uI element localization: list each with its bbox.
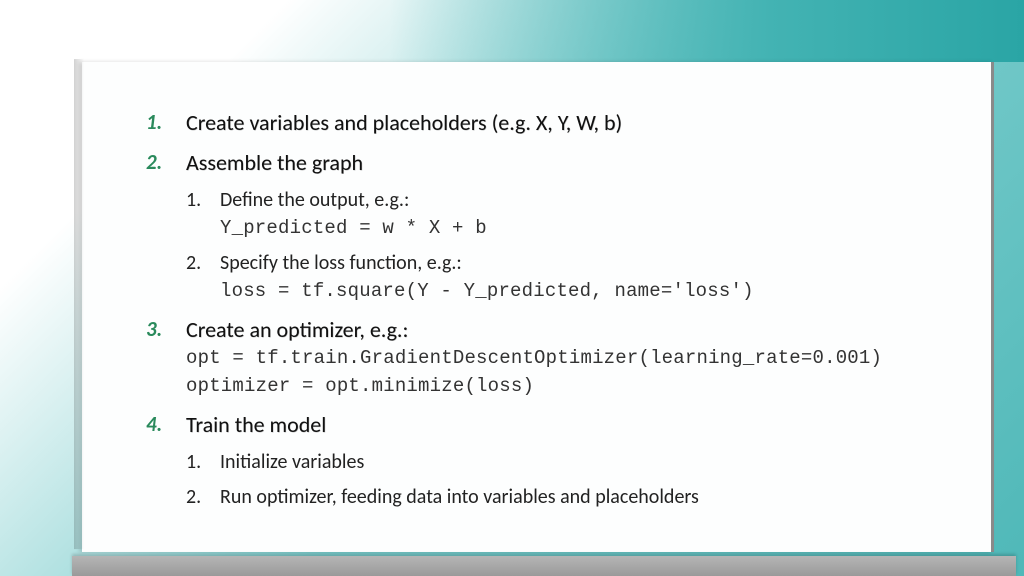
- main-list: Create variables and placeholders (e.g. …: [142, 108, 951, 511]
- sub-list-item: Define the output, e.g.: Y_predicted = w…: [186, 187, 951, 242]
- slide-content: Create variables and placeholders (e.g. …: [82, 62, 991, 541]
- slide-background: Create variables and placeholders (e.g. …: [0, 0, 1024, 576]
- item-title: Create variables and placeholders (e.g. …: [186, 109, 622, 136]
- code-line: loss = tf.square(Y - Y_predicted, name='…: [220, 279, 951, 305]
- sub-list: Define the output, e.g.: Y_predicted = w…: [186, 187, 951, 304]
- sub-list: Initialize variables Run optimizer, feed…: [186, 449, 951, 511]
- item-title: Create an optimizer, e.g.:: [186, 316, 408, 343]
- item-title: Train the model: [186, 411, 326, 438]
- list-item: Create an optimizer, e.g.: opt = tf.trai…: [142, 315, 951, 400]
- code-line: optimizer = opt.minimize(loss): [186, 374, 951, 400]
- sub-item-text: Run optimizer, feeding data into variabl…: [220, 485, 699, 509]
- decorative-top-strip: [389, 0, 1024, 62]
- list-item: Create variables and placeholders (e.g. …: [142, 108, 951, 138]
- code-line: Y_predicted = w * X + b: [220, 216, 951, 242]
- sub-list-item: Initialize variables: [186, 449, 951, 476]
- list-item: Assemble the graph Define the output, e.…: [142, 148, 951, 305]
- sub-list-item: Specify the loss function, e.g.: loss = …: [186, 250, 951, 305]
- item-title: Assemble the graph: [186, 149, 363, 176]
- sub-item-text: Define the output, e.g.:: [220, 188, 409, 212]
- decorative-bottom-bar: [72, 556, 1016, 576]
- sub-item-text: Specify the loss function, e.g.:: [220, 251, 462, 275]
- code-line: opt = tf.train.GradientDescentOptimizer(…: [186, 346, 951, 372]
- sub-item-text: Initialize variables: [220, 450, 364, 474]
- sub-list-item: Run optimizer, feeding data into variabl…: [186, 484, 951, 511]
- slide-card: Create variables and placeholders (e.g. …: [82, 62, 994, 552]
- list-item: Train the model Initialize variables Run…: [142, 410, 951, 512]
